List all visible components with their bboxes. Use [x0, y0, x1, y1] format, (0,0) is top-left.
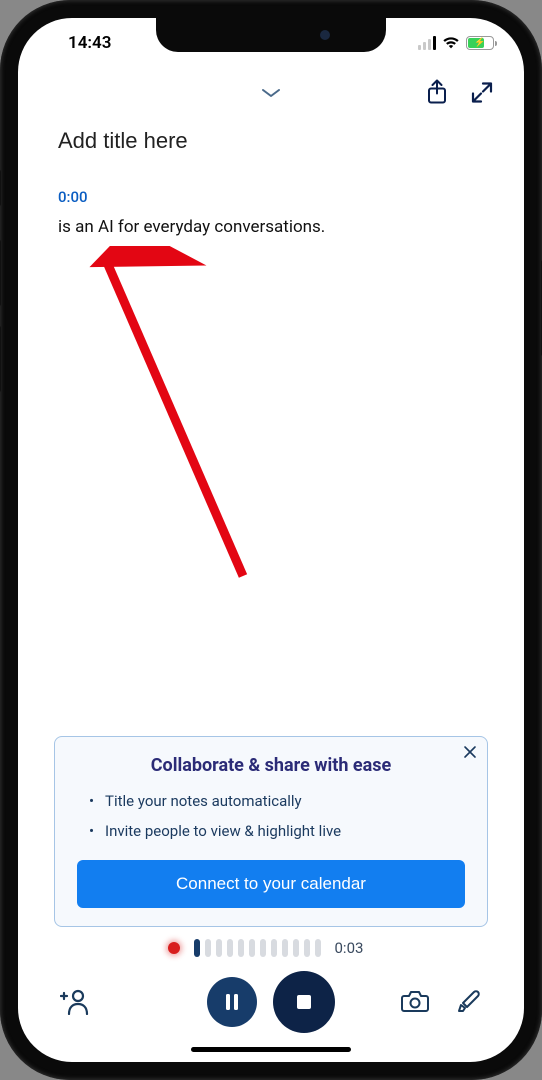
waveform[interactable]: [194, 939, 321, 957]
share-icon: [426, 80, 448, 106]
phone-frame: 14:43 ⚡: [0, 0, 542, 1080]
camera-button[interactable]: [400, 989, 430, 1016]
highlighter-icon: [456, 988, 482, 1014]
cellular-signal-icon: [418, 36, 436, 50]
expand-icon: [470, 81, 494, 105]
add-person-icon: [60, 987, 90, 1015]
battery-icon: ⚡: [466, 36, 494, 50]
elapsed-time: 0:03: [335, 939, 375, 957]
screen: 14:43 ⚡: [18, 18, 524, 1062]
promo-card: Collaborate & share with ease Title your…: [54, 736, 488, 927]
recording-indicator-icon: [168, 942, 180, 954]
promo-close-button[interactable]: [463, 745, 477, 764]
share-button[interactable]: [426, 80, 448, 109]
promo-bullet-list: Title your notes automatically Invite pe…: [77, 792, 465, 840]
mute-switch: [0, 170, 1, 206]
stop-icon: [294, 992, 314, 1012]
title-input[interactable]: [58, 128, 484, 154]
pause-icon: [223, 992, 241, 1012]
status-time: 14:43: [68, 33, 111, 53]
promo-bullet: Title your notes automatically: [105, 792, 465, 810]
pause-button[interactable]: [207, 977, 257, 1027]
transcript-timestamp: 0:00: [58, 188, 484, 206]
close-icon: [463, 745, 477, 759]
home-indicator[interactable]: [191, 1047, 351, 1052]
content-area: 0:00 is an AI for everyday conversations…: [18, 120, 524, 736]
status-right: ⚡: [418, 36, 494, 50]
invite-people-button[interactable]: [60, 987, 90, 1018]
top-actions: [18, 68, 524, 120]
volume-down-button: [0, 326, 1, 392]
chevron-down-icon: [259, 86, 283, 100]
camera-icon: [400, 989, 430, 1013]
stop-button[interactable]: [273, 971, 335, 1033]
progress-row: 0:03: [18, 939, 524, 957]
promo-title: Collaborate & share with ease: [77, 755, 465, 776]
wifi-icon: [442, 36, 460, 50]
bottom-bar: [18, 957, 524, 1041]
transcript-text: is an AI for everyday conversations.: [58, 216, 484, 240]
promo-bullet: Invite people to view & highlight live: [105, 822, 465, 840]
expand-button[interactable]: [470, 81, 494, 108]
highlight-button[interactable]: [456, 988, 482, 1017]
top-right-actions: [426, 80, 494, 109]
collapse-button[interactable]: [259, 86, 283, 103]
notch: [156, 18, 386, 52]
volume-up-button: [0, 240, 1, 306]
connect-calendar-button[interactable]: Connect to your calendar: [77, 860, 465, 908]
